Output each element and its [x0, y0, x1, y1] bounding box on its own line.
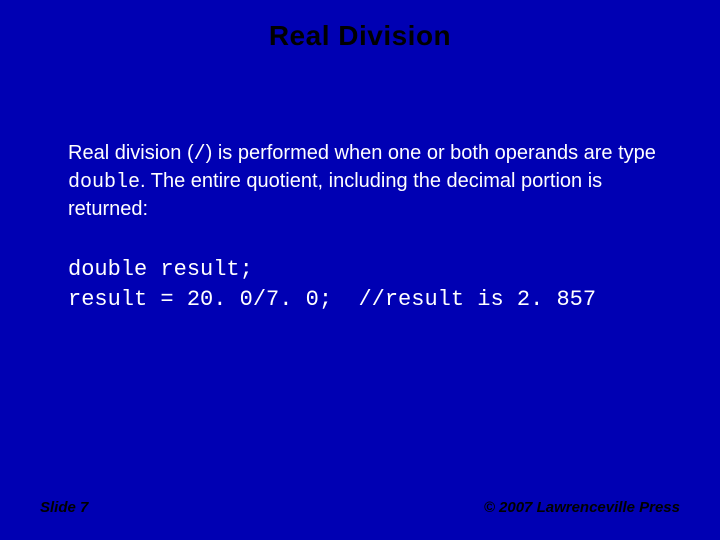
- slash-code: /: [194, 143, 206, 166]
- body-part1: Real division (: [68, 142, 194, 164]
- copyright: © 2007 Lawrenceville Press: [484, 499, 680, 516]
- slide-number: Slide 7: [40, 499, 88, 516]
- body-part3: . The entire quotient, including the dec…: [68, 170, 602, 220]
- double-code: double: [68, 171, 140, 194]
- code-block: double result; result = 20. 0/7. 0; //re…: [68, 255, 680, 314]
- slide-body: Real division (/) is performed when one …: [68, 140, 660, 222]
- body-part2: ) is performed when one or both operands…: [206, 142, 656, 164]
- slide-title: Real Division: [0, 0, 720, 52]
